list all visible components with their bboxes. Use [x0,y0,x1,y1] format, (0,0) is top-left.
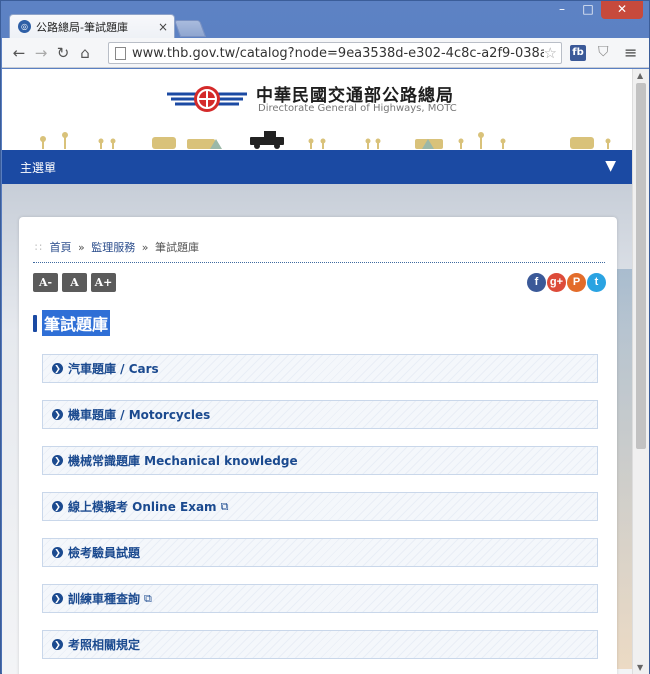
list-item-label[interactable]: 線上模擬考 Online Exam [68,498,217,515]
breadcrumb-separator: » [78,241,85,254]
external-link-icon: ⧉ [144,591,152,605]
breadcrumb: ∷ 首頁 » 監理服務 » 筆試題庫 [35,239,199,255]
twitter-share-icon[interactable]: t [587,273,606,292]
vertical-scrollbar[interactable]: ▲ ▼ [632,69,649,674]
site-logo-icon[interactable] [165,82,249,116]
shield-extension-icon[interactable]: ⛉ [598,44,612,61]
site-header: 中華民國交通部公路總局 Directorate General of Highw… [2,69,632,150]
list-item-label[interactable]: 機械常識題庫 Mechanical knowledge [68,452,298,469]
list-item-label[interactable]: 機車題庫 / Motorcycles [68,406,210,423]
facebook-extension-icon[interactable]: fb [570,45,586,61]
exam-link-list: ❯ 汽車題庫 / Cars ❯ 機車題庫 / Motorcycles ❯ 機械常… [42,354,598,674]
browser-tab[interactable]: ◎ 公路總局-筆試題庫 × [9,14,175,38]
list-item-online-exam[interactable]: ❯ 線上模擬考 Online Exam ⧉ [42,492,598,521]
breadcrumb-separator: » [141,241,149,254]
browser-toolbar: ← → ↻ ⌂ www.thb.gov.tw/catalog?node=9ea3… [2,38,649,68]
site-name-english: Directorate General of Highways, MOTC [258,103,457,114]
site-favicon-icon: ◎ [18,20,31,33]
chevron-circle-icon: ❯ [52,409,63,420]
page-icon [115,46,126,60]
tab-title: 公路總局-筆試題庫 [36,20,128,34]
list-item-regulations[interactable]: ❯ 考照相關規定 [42,630,598,659]
bookmark-star-icon[interactable]: ☆ [544,44,557,62]
plurk-share-icon[interactable]: P [567,273,586,292]
list-item-mechanical[interactable]: ❯ 機械常識題庫 Mechanical knowledge [42,446,598,475]
list-item-cars[interactable]: ❯ 汽車題庫 / Cars [42,354,598,383]
reload-button[interactable]: ↻ [52,44,74,62]
scroll-down-icon[interactable]: ▼ [637,663,643,672]
external-link-icon: ⧉ [220,499,229,513]
new-tab-button[interactable] [173,20,207,37]
font-size-controls: A- A A+ [33,273,116,292]
page-title: 筆試題庫 [42,310,111,336]
header-scenery-illustration [40,131,611,149]
menu-toggle-icon[interactable]: ▼ [605,158,616,174]
back-button[interactable]: ← [8,44,30,62]
chevron-circle-icon: ❯ [52,547,63,558]
list-item-label[interactable]: 考照相關規定 [68,636,140,653]
window-controls: – □ ✕ [549,1,643,19]
address-bar[interactable]: www.thb.gov.tw/catalog?node=9ea3538d-e30… [108,42,562,64]
minimize-button[interactable]: – [549,1,575,19]
main-menu-label[interactable]: 主選單 [20,159,56,176]
share-buttons: f g+ P t [527,273,606,292]
facebook-share-icon[interactable]: f [527,273,546,292]
home-button[interactable]: ⌂ [74,44,96,62]
list-item-label[interactable]: 檢考驗員試題 [68,544,140,561]
breadcrumb-home[interactable]: 首頁 [50,241,72,254]
chevron-circle-icon: ❯ [52,455,63,466]
chevron-circle-icon: ❯ [52,501,63,512]
list-item-training-vehicle[interactable]: ❯ 訓練車種查詢 ⧉ [42,584,598,613]
content-card: ∷ 首頁 » 監理服務 » 筆試題庫 A- A A+ f g+ P t 筆試題庫… [19,217,617,674]
list-item-label[interactable]: 訓練車種查詢 [68,590,140,607]
main-menu-bar[interactable]: 主選單 ▼ [2,150,632,184]
breadcrumb-service[interactable]: 監理服務 [91,241,135,254]
breadcrumb-current: 筆試題庫 [154,241,199,254]
maximize-button[interactable]: □ [575,1,601,19]
page-title-wrap: 筆試題庫 [33,310,111,336]
scroll-up-icon[interactable]: ▲ [637,71,643,80]
list-item-motorcycles[interactable]: ❯ 機車題庫 / Motorcycles [42,400,598,429]
breadcrumb-marker: ∷ [35,241,42,254]
list-item-label[interactable]: 汽車題庫 / Cars [68,360,159,377]
page-viewport: 中華民國交通部公路總局 Directorate General of Highw… [2,69,632,674]
chevron-circle-icon: ❯ [52,363,63,374]
font-smaller-button[interactable]: A- [33,273,58,292]
forward-button[interactable]: → [30,44,52,62]
chevron-circle-icon: ❯ [52,593,63,604]
url-text[interactable]: www.thb.gov.tw/catalog?node=9ea3538d-e30… [132,46,544,61]
scroll-thumb[interactable] [636,83,646,449]
breadcrumb-divider [33,262,605,263]
list-item-examiner[interactable]: ❯ 檢考驗員試題 [42,538,598,567]
tab-close-icon[interactable]: × [158,20,168,34]
browser-window: ◎ 公路總局-筆試題庫 × – □ ✕ ← → ↻ ⌂ www.thb.gov.… [0,0,650,674]
browser-menu-icon[interactable]: ≡ [624,43,637,62]
google-plus-share-icon[interactable]: g+ [547,273,566,292]
font-larger-button[interactable]: A+ [91,273,116,292]
title-bar: ◎ 公路總局-筆試題庫 × – □ ✕ [1,1,649,38]
chevron-circle-icon: ❯ [52,639,63,650]
title-accent-bar [33,314,37,332]
close-window-button[interactable]: ✕ [601,1,643,19]
font-normal-button[interactable]: A [62,273,87,292]
